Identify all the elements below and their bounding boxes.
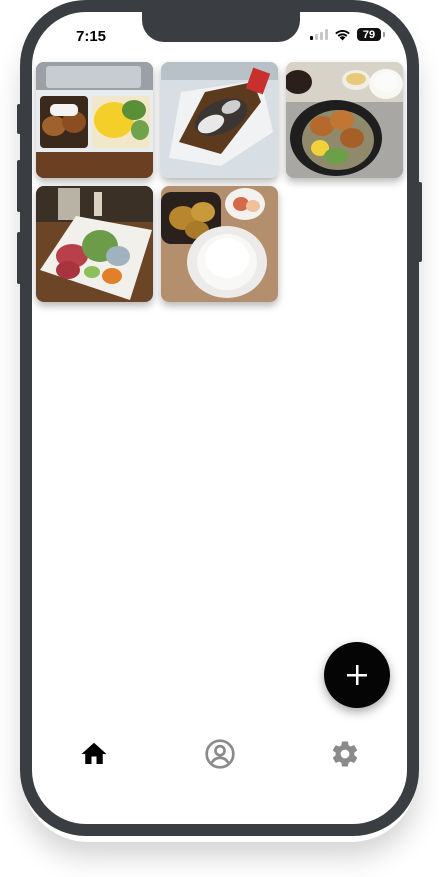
cellular-signal-icon (310, 29, 328, 40)
status-time: 7:15 (76, 28, 107, 45)
nav-home[interactable] (74, 734, 114, 774)
profile-icon (205, 739, 235, 769)
settings-gear-icon (332, 741, 358, 767)
nav-profile[interactable] (200, 734, 240, 774)
power-button (418, 182, 422, 262)
status-icons: 79 (310, 28, 385, 41)
curry-rice-photo[interactable] (161, 186, 278, 302)
wifi-icon (335, 29, 350, 40)
grilled-dish-photo[interactable] (161, 62, 278, 178)
fried-chicken-set-photo[interactable] (286, 62, 403, 178)
home-icon (81, 742, 107, 764)
plus-icon (347, 665, 367, 685)
volume-up-button (17, 160, 21, 212)
mute-switch (17, 104, 21, 134)
battery-icon: 79 (357, 28, 385, 41)
app-screen: 7:15 79 (32, 12, 407, 824)
nav-settings[interactable] (325, 734, 365, 774)
notch (142, 12, 300, 42)
sashimi-platter-photo[interactable] (36, 186, 153, 302)
volume-down-button (17, 232, 21, 284)
add-photo-button[interactable] (324, 642, 390, 708)
bento-box-photo[interactable] (36, 62, 153, 178)
battery-level: 79 (362, 28, 376, 41)
bottom-nav (32, 730, 407, 780)
